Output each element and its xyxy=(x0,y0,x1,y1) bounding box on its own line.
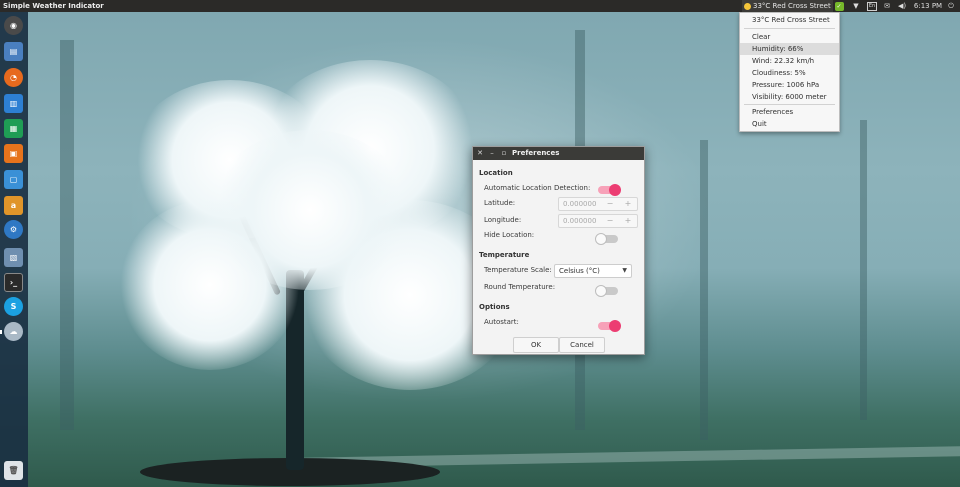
menu-item-visibility[interactable]: Visibility: 6000 meter xyxy=(740,91,839,103)
auto-location-label: Automatic Location Detection: xyxy=(484,184,591,192)
latitude-spinbox[interactable]: 0.000000 − + xyxy=(558,197,638,211)
hide-location-label: Hide Location: xyxy=(484,231,535,239)
dialog-title: Preferences xyxy=(512,149,560,157)
weather-indicator[interactable]: 33°C Red Cross Street xyxy=(742,0,833,12)
background-tree xyxy=(60,40,74,430)
firefox-icon[interactable]: ◔ xyxy=(4,68,23,87)
spreadsheet-icon[interactable]: ▦ xyxy=(4,119,23,138)
skype-icon[interactable]: S xyxy=(4,297,23,316)
latitude-label: Latitude: xyxy=(484,199,516,207)
section-temperature: Temperature xyxy=(479,251,530,259)
blossom-cluster xyxy=(210,130,410,290)
weather-indicator-label: 33°C Red Cross Street xyxy=(753,2,831,10)
background-tree xyxy=(860,120,867,420)
clock-label: 6:13 PM xyxy=(913,2,943,10)
switch-knob xyxy=(595,285,607,297)
menu-item-preferences[interactable]: Preferences xyxy=(740,106,839,118)
close-icon[interactable]: ✕ xyxy=(475,147,485,160)
autostart-switch[interactable] xyxy=(598,320,621,332)
longitude-spinbox[interactable]: 0.000000 − + xyxy=(558,214,638,228)
switch-knob xyxy=(609,320,621,332)
system-settings-icon[interactable]: ⚙ xyxy=(4,220,23,239)
presentation-icon[interactable]: ▣ xyxy=(4,144,23,163)
temperature-scale-value: Celsius (°C) xyxy=(559,267,600,275)
speaker-icon: ◀) xyxy=(897,2,907,10)
longitude-value: 0.000000 xyxy=(563,217,597,225)
terminal-icon[interactable]: ›_ xyxy=(4,273,23,292)
minus-icon[interactable]: − xyxy=(605,215,615,227)
wifi-icon: ▼ xyxy=(853,2,859,10)
menu-item-location[interactable]: 33°C Red Cross Street xyxy=(740,14,839,26)
network-indicator[interactable]: ▼ xyxy=(850,0,862,12)
envelope-icon: ✉ xyxy=(884,2,890,10)
sun-icon xyxy=(744,2,751,10)
menu-separator xyxy=(744,28,835,29)
chevron-down-icon: ▼ xyxy=(622,267,627,274)
hide-location-switch[interactable] xyxy=(595,233,618,245)
round-temperature-switch[interactable] xyxy=(595,285,618,297)
menu-item-humidity[interactable]: Humidity: 66% xyxy=(740,43,839,55)
trash-icon[interactable]: 🗑 xyxy=(4,461,23,480)
switch-knob xyxy=(595,233,607,245)
checkmark-icon: ✓ xyxy=(834,1,844,11)
app-title: Simple Weather Indicator xyxy=(3,2,104,10)
latitude-value: 0.000000 xyxy=(563,200,597,208)
power-icon: ⏻ xyxy=(948,2,954,10)
menu-item-pressure[interactable]: Pressure: 1006 hPa xyxy=(740,79,839,91)
weather-icon[interactable]: ☁ xyxy=(4,322,23,341)
longitude-label: Longitude: xyxy=(484,216,522,224)
docs-icon[interactable]: ▥ xyxy=(4,94,23,113)
menu-item-cloudiness[interactable]: Cloudiness: 5% xyxy=(740,67,839,79)
keyboard-icon: En xyxy=(867,1,877,11)
section-location: Location xyxy=(479,169,513,177)
update-indicator[interactable]: ✓ xyxy=(833,0,845,12)
round-temperature-label: Round Temperature: xyxy=(484,283,556,291)
top-panel: Simple Weather Indicator 33°C Red Cross … xyxy=(0,0,960,12)
preferences-dialog: ✕ – ▫ Preferences Location Automatic Loc… xyxy=(472,146,645,355)
switch-knob xyxy=(609,184,621,196)
session-indicator[interactable]: ⏻ xyxy=(944,0,958,12)
ubuntu-dash-icon[interactable]: ◉ xyxy=(4,16,23,35)
menu-item-wind[interactable]: Wind: 22.32 km/h xyxy=(740,55,839,67)
minus-icon[interactable]: − xyxy=(605,198,615,210)
running-indicator xyxy=(0,330,2,334)
launcher: ◉ ▤ ◔ ▥ ▦ ▣ ▢ a ⚙ ▧ ›_ S ☁ 🗑 xyxy=(0,12,28,487)
menu-item-condition[interactable]: Clear xyxy=(740,31,839,43)
amazon-icon[interactable]: a xyxy=(4,196,23,215)
background-tree xyxy=(700,140,708,440)
cancel-button[interactable]: Cancel xyxy=(559,337,605,353)
clock[interactable]: 6:13 PM xyxy=(912,0,944,12)
section-options: Options xyxy=(479,303,510,311)
sound-indicator[interactable]: ◀) xyxy=(896,0,908,12)
keyboard-indicator[interactable]: En xyxy=(866,0,878,12)
files-icon[interactable]: ▤ xyxy=(4,42,23,61)
minimize-icon[interactable]: – xyxy=(487,147,497,160)
maximize-icon[interactable]: ▫ xyxy=(499,147,509,160)
ok-button[interactable]: OK xyxy=(513,337,559,353)
temperature-scale-label: Temperature Scale: xyxy=(484,266,552,274)
image-viewer-icon[interactable]: ▧ xyxy=(4,248,23,267)
menu-separator xyxy=(744,104,835,105)
weather-menu: 33°C Red Cross Street Clear Humidity: 66… xyxy=(739,12,840,132)
plus-icon[interactable]: + xyxy=(623,198,633,210)
auto-location-switch[interactable] xyxy=(598,184,621,196)
autostart-label: Autostart: xyxy=(484,318,519,326)
software-center-icon[interactable]: ▢ xyxy=(4,170,23,189)
messaging-indicator[interactable]: ✉ xyxy=(881,0,893,12)
temperature-scale-dropdown[interactable]: Celsius (°C) ▼ xyxy=(554,264,632,278)
dialog-titlebar[interactable]: ✕ – ▫ Preferences xyxy=(473,147,644,160)
plus-icon[interactable]: + xyxy=(623,215,633,227)
menu-item-quit[interactable]: Quit xyxy=(740,118,839,130)
